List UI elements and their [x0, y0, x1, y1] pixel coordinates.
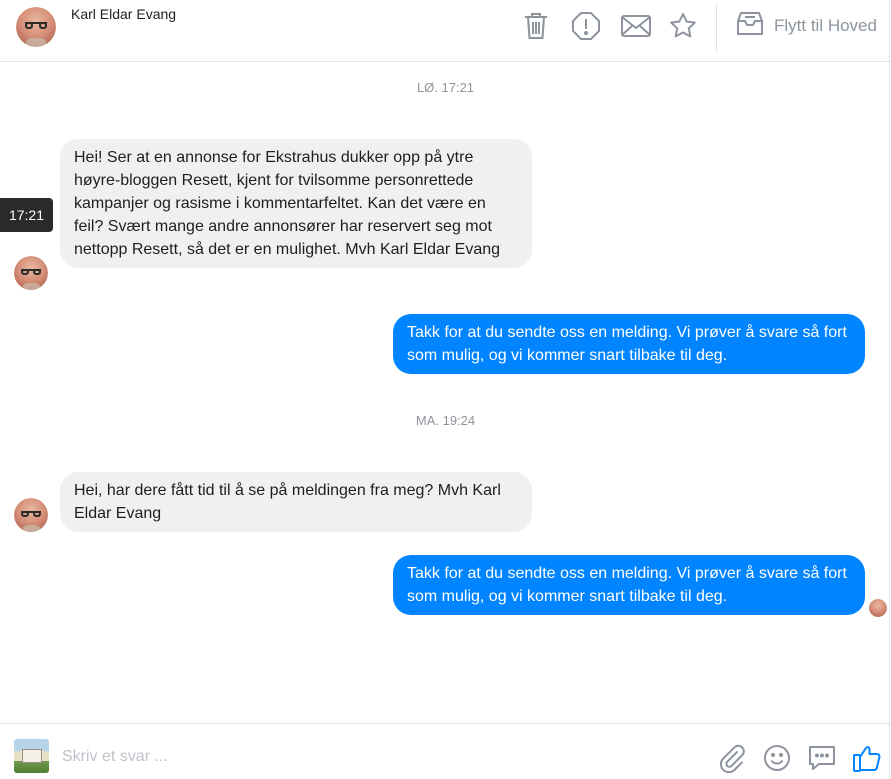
trash-icon[interactable] — [520, 10, 552, 42]
outgoing-message[interactable]: Takk for at du sendte oss en melding. Vi… — [393, 314, 865, 374]
header-divider — [716, 4, 717, 52]
star-icon[interactable] — [667, 10, 699, 42]
envelope-icon[interactable] — [620, 10, 652, 42]
incoming-message[interactable]: Hei, har dere fått tid til å se på meldi… — [60, 472, 532, 532]
paperclip-icon[interactable] — [714, 741, 748, 775]
move-to-main-button[interactable]: Flytt til Hoved — [736, 10, 877, 42]
sender-avatar — [14, 498, 48, 532]
conversation-header: Karl Eldar Evang Flytt til Hoved — [0, 0, 891, 62]
move-to-main-label: Flytt til Hoved — [774, 16, 877, 35]
date-separator: MA. 19:24 — [415, 413, 476, 428]
reply-input[interactable]: Skriv et svar ... — [62, 748, 168, 766]
page-thumbnail — [14, 739, 49, 773]
date-separator: LØ. 17:21 — [416, 80, 475, 95]
message-time-tooltip: 17:21 — [0, 198, 53, 232]
reply-composer: Skriv et svar ... — [0, 723, 891, 779]
inbox-tray-icon — [736, 10, 764, 43]
thumbs-up-icon[interactable] — [850, 741, 884, 775]
sender-avatar — [14, 256, 48, 290]
saved-reply-icon[interactable] — [805, 741, 839, 775]
smiley-icon[interactable] — [760, 741, 794, 775]
contact-avatar[interactable] — [16, 7, 56, 47]
outgoing-message[interactable]: Takk for at du sendte oss en melding. Vi… — [393, 555, 865, 615]
alert-octagon-icon[interactable] — [570, 10, 602, 42]
contact-name[interactable]: Karl Eldar Evang — [71, 6, 176, 22]
incoming-message[interactable]: Hei! Ser at en annonse for Ekstrahus duk… — [60, 139, 532, 268]
seen-avatar — [869, 599, 887, 617]
